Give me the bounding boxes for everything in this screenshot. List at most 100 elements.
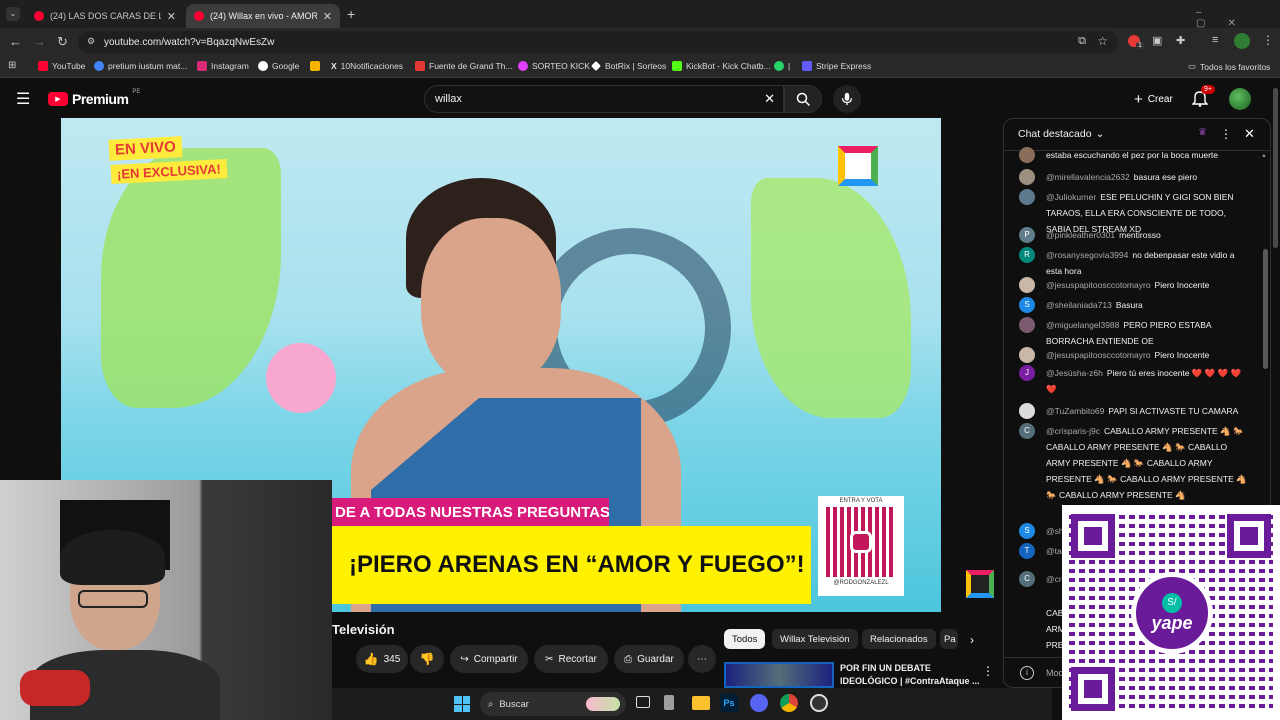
chat-username[interactable]: @crisparis-j9c: [1046, 426, 1100, 436]
all-bookmarks-folder[interactable]: ▭ Todos los favoritos: [1188, 61, 1270, 72]
profile-avatar[interactable]: [1234, 33, 1250, 49]
chrome-icon[interactable]: [780, 694, 798, 712]
chat-username[interactable]: @jesuspapitoosccotomayro: [1046, 350, 1151, 360]
app-icon[interactable]: [664, 695, 674, 710]
hamburger-menu-icon[interactable]: ☰: [16, 89, 30, 109]
chat-username[interactable]: @Juliokurner: [1046, 192, 1096, 202]
extension-icon[interactable]: ▣: [1152, 34, 1162, 47]
close-tab-icon[interactable]: ✕: [167, 10, 176, 23]
youtube-premium-logo[interactable]: ▶ Premium PE: [48, 89, 140, 107]
photoshop-icon[interactable]: Ps: [720, 694, 738, 712]
bookmark-instagram[interactable]: Instagram: [197, 61, 249, 71]
bookmark-whatsapp[interactable]: |: [774, 61, 790, 71]
chat-avatar[interactable]: R: [1019, 247, 1035, 263]
chat-avatar[interactable]: [1019, 317, 1035, 333]
notifications-button[interactable]: 9+: [1191, 85, 1215, 112]
chat-username[interactable]: @sheilaniada713: [1046, 300, 1112, 310]
chat-avatar[interactable]: [1019, 347, 1035, 363]
bookmark-sorteo-kick[interactable]: SORTEO KICK: [518, 61, 590, 71]
chat-avatar[interactable]: J: [1019, 365, 1035, 381]
bookmark-10notificaciones[interactable]: X 10Notificaciones: [331, 61, 403, 71]
chips-next-icon[interactable]: ›: [970, 633, 974, 647]
new-tab-button[interactable]: +: [347, 6, 355, 22]
chat-username[interactable]: @TuZambito69: [1046, 406, 1104, 416]
chat-avatar[interactable]: C: [1019, 423, 1035, 439]
discord-icon[interactable]: [750, 694, 768, 712]
windows-start-icon[interactable]: [454, 696, 470, 712]
bookmark-youtube[interactable]: YouTube: [38, 61, 85, 71]
chat-avatar[interactable]: S: [1019, 523, 1035, 539]
chat-avatar[interactable]: [1019, 277, 1035, 293]
tab-search-icon[interactable]: ⌄: [6, 7, 20, 21]
voice-search-button[interactable]: [833, 85, 861, 113]
chat-avatar[interactable]: [1019, 169, 1035, 185]
task-view-icon[interactable]: [636, 696, 650, 708]
chat-message[interactable]: @TuZambito69 PAPI SI ACTIVASTE TU CAMARA: [1018, 403, 1252, 419]
chat-message[interactable]: C @crisparis-j9c CABALLO ARMY PRESENTE 🐴 🐎…: [1018, 423, 1252, 503]
minimize-icon[interactable]: –: [1196, 7, 1224, 18]
file-explorer-icon[interactable]: [692, 696, 710, 710]
chat-username[interactable]: @jesuspapitoosccotomayro: [1046, 280, 1151, 290]
save-button[interactable]: ⎙ Guardar: [614, 645, 684, 673]
recommended-title[interactable]: POR FIN UN DEBATE IDEOLÓGICO | #ContraAt…: [840, 662, 980, 688]
crown-icon[interactable]: ♛: [1198, 127, 1207, 138]
browser-menu-icon[interactable]: ⋮: [1262, 33, 1274, 47]
dislike-button[interactable]: 👎: [410, 645, 444, 673]
chip-todos[interactable]: Todos: [724, 629, 766, 649]
chat-username[interactable]: @miguelangel3988: [1046, 320, 1119, 330]
chat-mode-dropdown[interactable]: Chat destacado ⌄: [1018, 128, 1104, 140]
bookmark-stripe[interactable]: Stripe Express: [802, 61, 871, 71]
chat-avatar[interactable]: S: [1019, 297, 1035, 313]
reading-list-icon[interactable]: ≡: [1212, 34, 1218, 46]
chat-avatar[interactable]: P: [1019, 227, 1035, 243]
taskbar-search[interactable]: ⌕ Buscar: [480, 692, 626, 716]
info-icon[interactable]: i: [1020, 666, 1034, 680]
chat-message[interactable]: estaba escuchando el pez por la boca mue…: [1018, 147, 1252, 163]
clear-search-icon[interactable]: ✕: [764, 91, 775, 107]
address-bar[interactable]: ⚙ youtube.com/watch?v=BqazqNwEsZw ⧉ ☆: [78, 31, 1118, 53]
obs-icon[interactable]: [810, 694, 828, 712]
chat-message[interactable]: J @Jesúsha-z6h Piero tú eres inocente ❤️ ❤…: [1018, 365, 1252, 397]
site-info-icon[interactable]: ⚙: [87, 36, 95, 47]
chip-partial[interactable]: Pa: [940, 629, 958, 649]
chip-willax[interactable]: Willax Televisión: [772, 629, 858, 649]
extensions-puzzle-icon[interactable]: ✚: [1176, 34, 1185, 47]
chat-username[interactable]: @tai: [1046, 546, 1064, 556]
bookmark-pretium[interactable]: pretium iustum mat...: [94, 61, 187, 71]
chat-message[interactable]: @jesuspapitoosccotomayro Piero Inocente: [1018, 347, 1252, 363]
chat-avatar[interactable]: [1019, 189, 1035, 205]
bookmark-colorful[interactable]: [310, 61, 320, 71]
search-button[interactable]: [784, 85, 822, 113]
close-chat-icon[interactable]: ✕: [1244, 126, 1255, 142]
bookmark-kickbot[interactable]: KickBot - Kick Chatb...: [672, 61, 771, 71]
chat-username[interactable]: @pinkleather0301: [1046, 230, 1115, 240]
channel-name[interactable]: Televisión: [332, 622, 395, 637]
chat-scrollbar[interactable]: [1263, 249, 1268, 369]
more-actions-button[interactable]: ⋯: [688, 645, 716, 673]
tab-willax-en-vivo[interactable]: (24) Willax en vivo - AMOR Y FI ✕: [186, 4, 340, 28]
scroll-up-arrow-icon[interactable]: ▲: [1261, 153, 1267, 159]
chat-username[interactable]: @Jesúsha-z6h: [1046, 368, 1103, 378]
chat-message[interactable]: @mirellavalencia2632 basura ese piero: [1018, 169, 1252, 185]
chat-username[interactable]: @cri: [1046, 574, 1064, 584]
reload-icon[interactable]: ↻: [57, 34, 68, 50]
bookmark-star-icon[interactable]: ☆: [1097, 34, 1108, 48]
create-button[interactable]: + Crear: [1124, 86, 1183, 112]
recommended-menu-icon[interactable]: ⋮: [982, 664, 994, 678]
apps-grid-icon[interactable]: ⊞: [8, 60, 16, 71]
back-icon[interactable]: ←: [9, 34, 22, 49]
chat-avatar[interactable]: [1019, 403, 1035, 419]
like-button[interactable]: 👍 345: [356, 645, 408, 673]
bookmark-botrix[interactable]: BotRix | Sorteos: [591, 61, 666, 71]
chip-relacionados[interactable]: Relacionados: [862, 629, 936, 649]
account-avatar[interactable]: [1229, 88, 1251, 110]
chat-message[interactable]: @miguelangel3988 PERO PIERO ESTABA BORRAC…: [1018, 317, 1252, 349]
chat-message[interactable]: S @sheilaniada713 Basura: [1018, 297, 1252, 313]
chat-menu-icon[interactable]: ⋮: [1220, 127, 1232, 141]
chat-message[interactable]: P @pinkleather0301 mentirosso: [1018, 227, 1252, 243]
chat-message[interactable]: @jesuspapitoosccotomayro Piero Inocente: [1018, 277, 1252, 293]
close-tab-icon[interactable]: ✕: [323, 10, 332, 23]
chat-avatar[interactable]: C: [1019, 571, 1035, 587]
forward-icon[interactable]: →: [33, 34, 46, 49]
chat-username[interactable]: @rosanysegovia3994: [1046, 250, 1128, 260]
